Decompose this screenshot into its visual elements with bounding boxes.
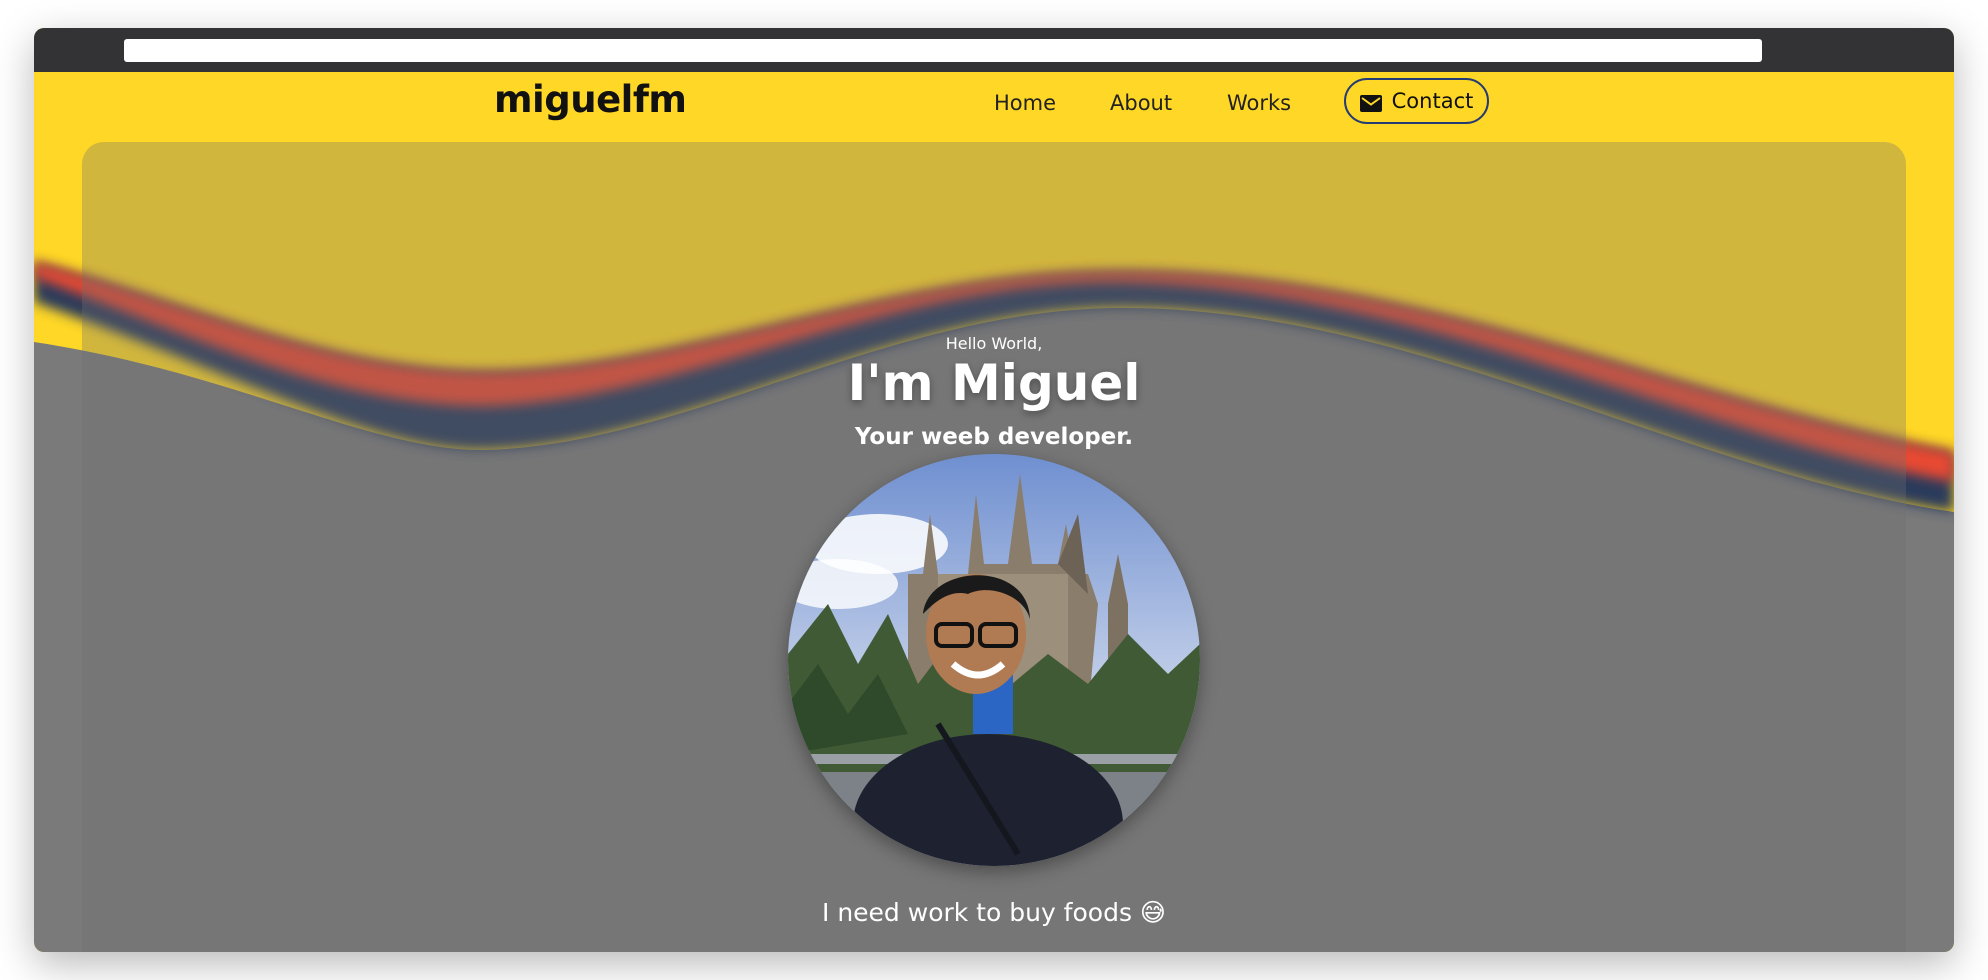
- contact-button[interactable]: Contact: [1344, 78, 1489, 124]
- hero-greeting: Hello World,: [945, 334, 1043, 353]
- browser-chrome: [34, 28, 1954, 72]
- nav-about-link[interactable]: About: [1110, 91, 1172, 115]
- avatar-photo: [788, 454, 1200, 866]
- hero-name-heading: I'm Miguel: [847, 354, 1141, 412]
- mail-icon: [1359, 93, 1382, 112]
- hero-section: Hello World, I'm Miguel Your weeb develo…: [34, 72, 1954, 952]
- browser-window: miguelfm Home About Works Contact Hello …: [34, 28, 1954, 952]
- hero-footer-text: I need work to buy foods 😅: [822, 898, 1166, 927]
- contact-button-label: Contact: [1391, 89, 1474, 113]
- page-viewport: miguelfm Home About Works Contact Hello …: [34, 72, 1954, 952]
- nav-home-link[interactable]: Home: [994, 91, 1056, 115]
- site-logo[interactable]: miguelfm: [494, 78, 687, 121]
- address-bar[interactable]: [124, 39, 1762, 62]
- site-header: miguelfm Home About Works Contact: [34, 72, 1954, 142]
- hero-tagline: Your weeb developer.: [854, 424, 1134, 450]
- nav-works-link[interactable]: Works: [1227, 91, 1291, 115]
